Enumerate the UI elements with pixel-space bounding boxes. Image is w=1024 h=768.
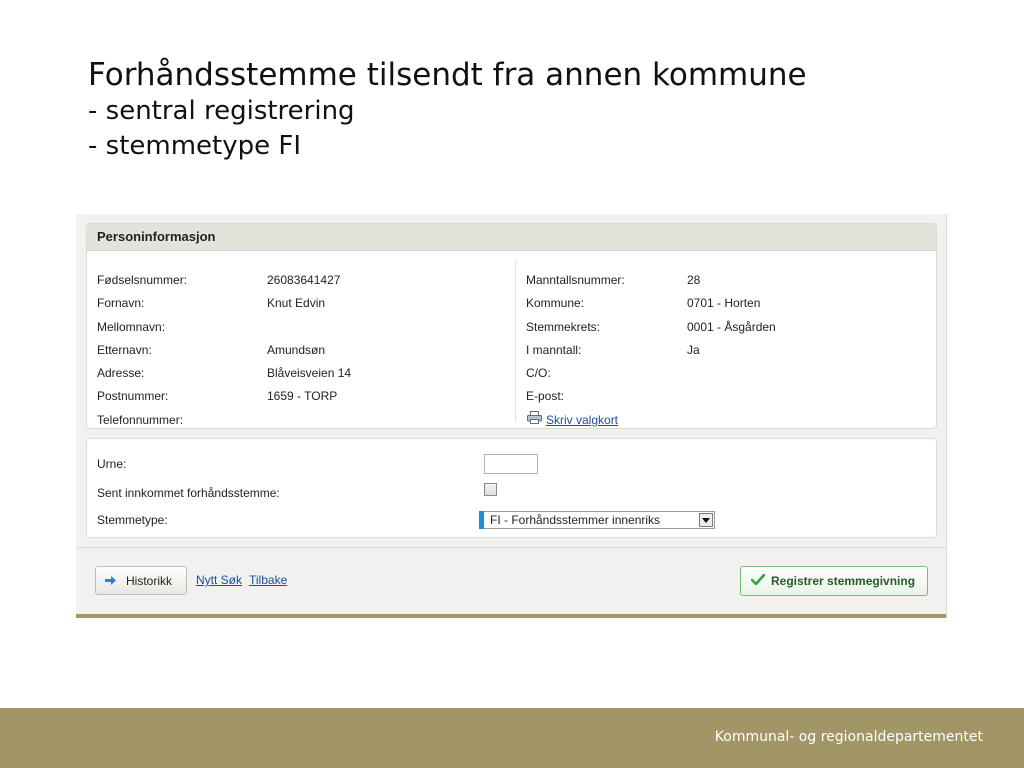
label-vote-type: Stemmetype: (97, 513, 168, 527)
print-card-label: Skriv valgkort (546, 413, 619, 427)
label-co: C/O: (526, 366, 551, 380)
history-button[interactable]: Historikk (95, 566, 187, 595)
label-birth-number: Fødselsnummer: (97, 273, 188, 287)
value-polling-district: 0001 - Åsgården (687, 320, 776, 334)
print-card-link[interactable]: Skriv valgkort (527, 411, 618, 429)
label-in-roll: I manntall: (526, 343, 582, 357)
label-phone: Telefonnummer: (97, 413, 184, 427)
checkmark-icon (750, 573, 766, 588)
value-first-name: Knut Edvin (267, 296, 326, 310)
printer-icon (527, 411, 542, 429)
value-last-name: Amundsøn (267, 343, 326, 357)
screenshot-bottom-edge (76, 614, 946, 618)
person-info-panel: Personinformasjon Fødselsnummer: 2608364… (86, 223, 937, 429)
label-middle-name: Mellomnavn: (97, 320, 166, 334)
label-first-name: Fornavn: (97, 296, 145, 310)
value-municipality: 0701 - Horten (687, 296, 761, 310)
value-in-roll: Ja (687, 343, 700, 357)
back-link[interactable]: Tilbake (249, 573, 287, 587)
footer-text: Kommunal- og regionaldepartementet (714, 729, 983, 745)
urn-input[interactable] (484, 454, 538, 474)
late-vote-checkbox[interactable] (484, 483, 497, 496)
label-polling-district: Stemmekrets: (526, 320, 601, 334)
slide-title: Forhåndsstemme tilsendt fra annen kommun… (88, 56, 807, 164)
slide-title-line1: Forhåndsstemme tilsendt fra annen kommun… (88, 57, 807, 93)
app-screenshot: Personinformasjon Fødselsnummer: 2608364… (76, 214, 947, 618)
vote-panel: Urne: Sent innkommet forhåndsstemme: Ste… (86, 438, 937, 538)
value-postal-number: 1659 - TORP (267, 389, 338, 403)
person-info-header: Personinformasjon (87, 224, 936, 251)
label-email: E-post: (526, 389, 565, 403)
register-vote-button[interactable]: Registrer stemmegivning (740, 566, 928, 596)
register-vote-label: Registrer stemmegivning (771, 574, 916, 588)
footer-divider (76, 547, 946, 548)
new-search-link[interactable]: Nytt Søk (196, 573, 242, 587)
value-roll-number: 28 (687, 273, 701, 287)
label-last-name: Etternavn: (97, 343, 152, 357)
column-divider (515, 260, 516, 422)
value-address: Blåveisveien 14 (267, 366, 352, 380)
label-postal-number: Postnummer: (97, 389, 169, 403)
vote-type-selected: FI - Forhåndsstemmer innenriks (490, 513, 661, 527)
arrow-right-icon (105, 574, 116, 588)
history-label: Historikk (126, 573, 173, 588)
chevron-down-icon[interactable] (699, 513, 713, 527)
slide-title-line2: - sentral registrering (88, 96, 355, 126)
label-late-vote: Sent innkommet forhåndsstemme: (97, 486, 280, 500)
label-urn: Urne: (97, 457, 127, 471)
vote-type-select[interactable]: FI - Forhåndsstemmer innenriks (479, 511, 715, 529)
label-address: Adresse: (97, 366, 145, 380)
slide-title-line3: - stemmetype FI (88, 131, 302, 161)
select-accent (479, 511, 484, 529)
label-roll-number: Manntallsnummer: (526, 273, 625, 287)
label-municipality: Kommune: (526, 296, 585, 310)
value-birth-number: 26083641427 (267, 273, 341, 287)
